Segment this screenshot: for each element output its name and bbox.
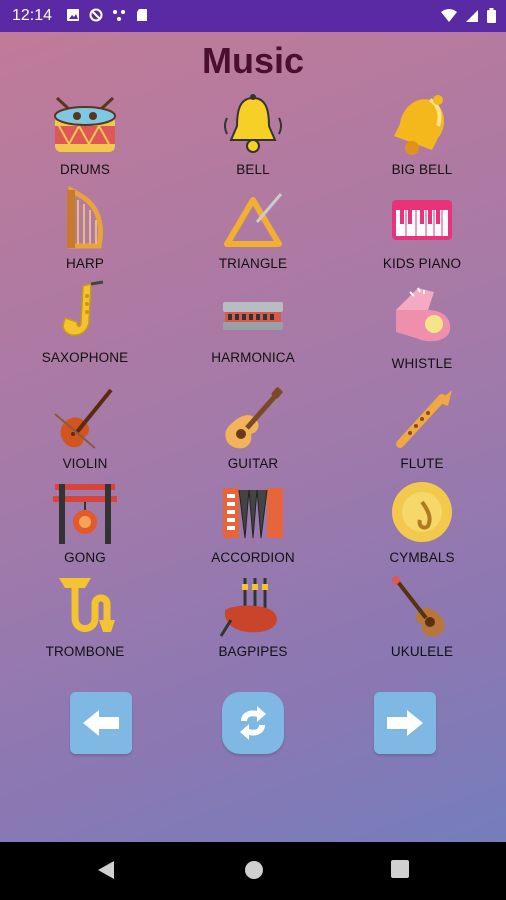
flute-icon: [396, 390, 452, 448]
instrument-label: FLUTE: [400, 456, 444, 471]
instrument-harp[interactable]: HARP: [10, 186, 160, 276]
bagpipes-icon: [219, 578, 277, 637]
home-icon[interactable]: [243, 859, 265, 881]
instrument-harmonica[interactable]: HARMONICA: [178, 280, 328, 370]
wifi-icon: [441, 8, 457, 22]
instrument-label: WHISTLE: [391, 356, 453, 371]
network-icon: [113, 10, 125, 21]
battery-icon: [487, 8, 496, 23]
instrument-guitar[interactable]: GUITAR: [178, 386, 328, 476]
trombone-icon: [59, 578, 115, 632]
instrument-drums[interactable]: DRUMS: [10, 92, 160, 182]
instrument-label: HARP: [66, 256, 104, 271]
whistle-icon: [396, 287, 451, 342]
cymbals-icon: [392, 482, 452, 542]
instrument-flute[interactable]: FLUTE: [347, 386, 497, 476]
accordion-icon: [223, 488, 283, 539]
instrument-label: HARMONICA: [211, 350, 295, 365]
instrument-label: SAXOPHONE: [41, 350, 129, 365]
system-nav-bar: [0, 842, 506, 900]
page-title: Music: [201, 40, 305, 81]
bell-icon: [224, 94, 282, 153]
violin-icon: [54, 388, 113, 449]
previous-button[interactable]: [70, 692, 132, 754]
instrument-label: BAGPIPES: [218, 644, 288, 659]
instrument-label: DRUMS: [60, 162, 110, 177]
harmonica-icon: [223, 302, 283, 330]
instrument-bell[interactable]: BELL: [178, 92, 328, 182]
drum-icon: [54, 96, 116, 152]
next-button[interactable]: [374, 692, 436, 754]
instrument-ukulele[interactable]: UKULELE: [347, 574, 497, 664]
instrument-label: UKULELE: [390, 644, 454, 659]
triangle-icon: [224, 193, 283, 247]
instrument-label: GUITAR: [227, 456, 279, 471]
instrument-label: BIG BELL: [391, 162, 453, 177]
refresh-button[interactable]: [222, 692, 284, 754]
instrument-whistle[interactable]: WHISTLE: [347, 280, 497, 371]
data-saver-icon: [89, 8, 103, 22]
instrument-triangle[interactable]: TRIANGLE: [178, 186, 328, 276]
instrument-label: GONG: [64, 550, 106, 565]
harp-icon: [67, 186, 103, 249]
instrument-label: TRIANGLE: [218, 256, 288, 271]
kids-piano-icon: [392, 200, 452, 240]
instrument-bagpipes[interactable]: BAGPIPES: [178, 574, 328, 664]
status-bar: 12:14: [0, 0, 506, 32]
back-icon[interactable]: [96, 859, 116, 881]
instrument-cymbals[interactable]: CYMBALS: [347, 480, 497, 570]
instrument-saxophone[interactable]: SAXOPHONE: [10, 280, 160, 370]
instrument-label: VIOLIN: [62, 456, 108, 471]
instrument-violin[interactable]: VIOLIN: [10, 386, 160, 476]
status-time: 12:14: [12, 7, 53, 24]
ukulele-icon: [392, 576, 445, 637]
recents-icon[interactable]: [390, 859, 410, 879]
arrow-right-icon: [387, 710, 423, 736]
instrument-trombone[interactable]: TROMBONE: [10, 574, 160, 664]
guitar-icon: [225, 387, 283, 449]
instrument-label: BELL: [236, 162, 270, 177]
photo-icon: [67, 9, 79, 21]
instrument-label: ACCORDION: [211, 550, 295, 565]
saxophone-icon: [62, 280, 104, 336]
signal-icon: [466, 9, 478, 22]
instrument-label: KIDS PIANO: [382, 256, 462, 271]
big-bell-icon: [394, 95, 445, 155]
arrow-left-icon: [83, 710, 119, 736]
refresh-icon: [240, 706, 266, 740]
instrument-label: CYMBALS: [389, 550, 455, 565]
instrument-accordion[interactable]: ACCORDION: [178, 480, 328, 570]
instrument-gong[interactable]: GONG: [10, 480, 160, 570]
instrument-big-bell[interactable]: BIG BELL: [347, 92, 497, 182]
instrument-kids-piano[interactable]: KIDS PIANO: [347, 186, 497, 276]
gong-icon: [53, 484, 117, 544]
instrument-label: TROMBONE: [45, 644, 125, 659]
sd-card-icon: [137, 9, 147, 21]
